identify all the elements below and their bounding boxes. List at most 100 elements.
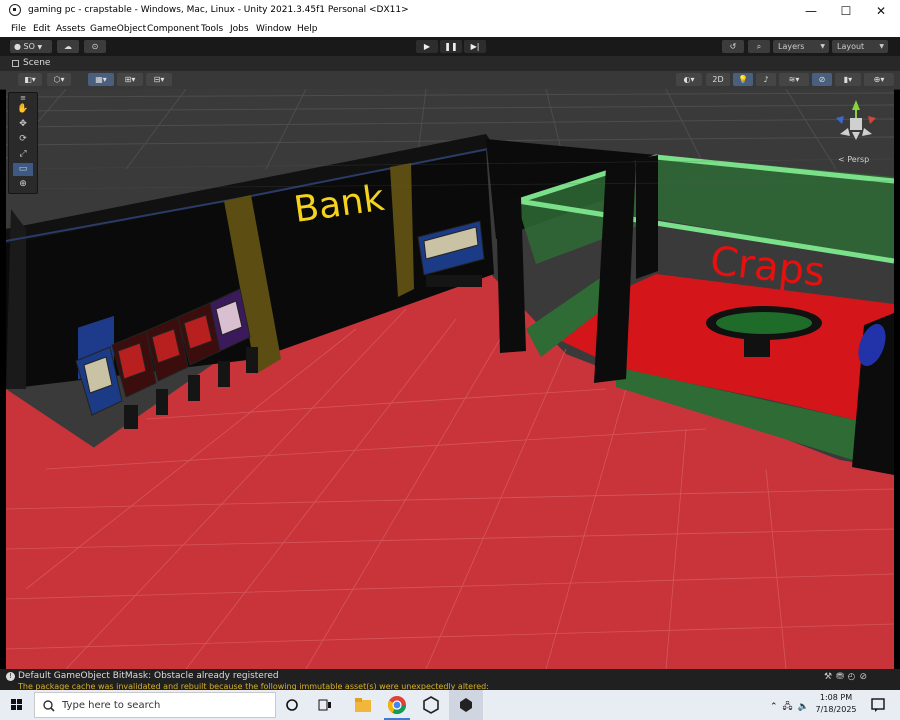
scale-tool[interactable]: ⤢ bbox=[13, 148, 33, 161]
orientation-gizmo[interactable] bbox=[830, 96, 886, 152]
cloud-icon: ☁ bbox=[64, 42, 72, 51]
account-icon: ● bbox=[14, 42, 21, 51]
layout-label: Layout bbox=[837, 42, 865, 51]
scene-tab-label: Scene bbox=[23, 58, 51, 68]
scene-render: Bank Craps bbox=[6, 89, 894, 669]
menu-window[interactable]: Window bbox=[256, 24, 292, 34]
close-button[interactable]: ✕ bbox=[864, 0, 898, 22]
search-placeholder: Type here to search bbox=[62, 700, 161, 711]
minimize-button[interactable]: — bbox=[794, 0, 828, 22]
debug-icon[interactable]: ⚒ bbox=[824, 672, 836, 682]
search-button[interactable]: ⌕ bbox=[748, 40, 770, 53]
rotate-tool[interactable]: ⟳ bbox=[13, 133, 33, 146]
scale-icon: ⤢ bbox=[19, 149, 27, 159]
cache-icon[interactable]: ⛃ bbox=[836, 672, 848, 682]
unity-editor-taskbar-item[interactable] bbox=[449, 690, 483, 720]
move-icon: ✥ bbox=[19, 119, 27, 129]
chevron-down-icon: ▼ bbox=[820, 43, 825, 50]
menu-tools[interactable]: Tools bbox=[201, 24, 223, 34]
layout-dropdown[interactable]: Layout ▼ bbox=[832, 40, 888, 53]
menu-help[interactable]: Help bbox=[297, 24, 318, 34]
auto-refresh-icon[interactable]: ⊘ bbox=[859, 672, 871, 682]
taskbar-clock[interactable]: 1:08 PM 7/18/2025 bbox=[808, 692, 864, 716]
notification-icon[interactable] bbox=[870, 697, 886, 713]
history-button[interactable]: ↺ bbox=[722, 40, 744, 53]
effects-dropdown[interactable]: ≋▾ bbox=[779, 73, 809, 86]
start-button[interactable] bbox=[0, 690, 34, 720]
scene-toolbar: ◧▾ ⬡▾ ▦▾ ⊞▾ ⊟▾ ◐▾ 2D 💡 ♪ ≋▾ ⊘ ▮▾ ⊕▾ bbox=[0, 71, 900, 90]
progress-icon[interactable]: ◴ bbox=[848, 672, 860, 682]
taskbar-search-box[interactable]: Type here to search bbox=[34, 692, 276, 718]
menu-jobs[interactable]: Jobs bbox=[230, 24, 249, 34]
chevron-up-icon[interactable]: ⌃ bbox=[770, 702, 783, 712]
gizmos-dropdown[interactable]: ⊕▾ bbox=[864, 73, 894, 86]
tool-palette: ≡ ✋ ✥ ⟳ ⤢ ▭ ⊕ bbox=[8, 92, 38, 194]
gizmos-icon: ⊕▾ bbox=[873, 75, 885, 84]
incremental-snap-button[interactable]: ⊟▾ bbox=[146, 73, 172, 86]
transform-tool[interactable]: ⊕ bbox=[13, 178, 33, 191]
audio-icon: ♪ bbox=[763, 75, 769, 84]
grid-snapping-button[interactable]: ▦▾ bbox=[88, 73, 114, 86]
history-icon: ↺ bbox=[729, 42, 737, 51]
step-icon: ▶| bbox=[470, 42, 480, 51]
play-button[interactable]: ▶ bbox=[416, 40, 438, 53]
draw-mode-dropdown[interactable]: ◧▾ bbox=[18, 73, 42, 86]
hand-icon: ✋ bbox=[17, 104, 29, 114]
cortana-icon[interactable] bbox=[280, 693, 304, 717]
rect-transform-icon: ▭ bbox=[18, 164, 28, 174]
2d-toggle[interactable]: 2D bbox=[706, 73, 730, 86]
file-explorer-icon[interactable] bbox=[351, 693, 375, 717]
pause-button[interactable]: ❚❚ bbox=[440, 40, 462, 53]
account-dropdown[interactable]: ● SO ▼ bbox=[10, 40, 52, 53]
drag-handle-icon[interactable]: ≡ bbox=[13, 95, 33, 102]
play-icon: ▶ bbox=[423, 42, 431, 51]
snap-icon: ⊞▾ bbox=[124, 75, 136, 84]
collab-button[interactable]: ⊙ bbox=[84, 40, 106, 53]
rect-tool[interactable]: ▭ bbox=[13, 163, 33, 176]
grid-icon: ▦▾ bbox=[95, 75, 107, 84]
network-icon[interactable]: 🖧 bbox=[783, 702, 798, 712]
camera-settings-dropdown[interactable]: ▮▾ bbox=[835, 73, 861, 86]
console-warning[interactable]: The package cache was invalidated and re… bbox=[18, 682, 489, 690]
menu-file[interactable]: File bbox=[11, 24, 26, 34]
transform-icon: ⊕ bbox=[19, 179, 27, 189]
window-title: gaming pc - crapstable - Windows, Mac, L… bbox=[28, 5, 409, 15]
menu-component[interactable]: Component bbox=[147, 24, 199, 34]
cloud-button[interactable]: ☁ bbox=[57, 40, 79, 53]
step-button[interactable]: ▶| bbox=[464, 40, 486, 53]
projection-label[interactable]: < Persp bbox=[838, 155, 869, 164]
gizmo-y-axis-icon bbox=[852, 100, 860, 110]
status-icons: ⚒⛃◴⊘ bbox=[824, 672, 871, 682]
info-icon: ! bbox=[6, 672, 15, 681]
move-tool[interactable]: ✥ bbox=[13, 118, 33, 131]
search-icon: ⌕ bbox=[756, 42, 762, 51]
audio-toggle[interactable]: ♪ bbox=[756, 73, 776, 86]
menu-assets[interactable]: Assets bbox=[56, 24, 85, 34]
task-view-icon[interactable] bbox=[313, 693, 337, 717]
unity-app-icon bbox=[9, 4, 21, 16]
menu-gameobject[interactable]: GameObject bbox=[90, 24, 146, 34]
render-mode-dropdown[interactable]: ◐▾ bbox=[676, 73, 702, 86]
console-message[interactable]: Default GameObject BitMask: Obstacle alr… bbox=[18, 671, 279, 681]
maximize-button[interactable]: ☐ bbox=[829, 0, 863, 22]
hidden-objects-toggle[interactable]: ⊘ bbox=[812, 73, 832, 86]
windows-logo-icon bbox=[11, 699, 22, 710]
lighting-toggle[interactable]: 💡 bbox=[733, 73, 753, 86]
settings-icon: ⊙ bbox=[91, 42, 99, 51]
layers-dropdown[interactable]: Layers ▼ bbox=[773, 40, 829, 53]
menu-edit[interactable]: Edit bbox=[33, 24, 50, 34]
hand-tool[interactable]: ✋ bbox=[13, 103, 33, 116]
unity-hub-icon[interactable] bbox=[419, 693, 443, 717]
chevron-down-icon: ▼ bbox=[37, 44, 43, 51]
snap-increment-button[interactable]: ⊞▾ bbox=[117, 73, 143, 86]
effects-icon: ≋▾ bbox=[788, 75, 800, 84]
chrome-icon[interactable] bbox=[385, 693, 409, 717]
pivot-dropdown[interactable]: ⬡▾ bbox=[47, 73, 71, 86]
scene-viewport[interactable]: Bank Craps bbox=[6, 89, 894, 669]
cube-icon: ⬡▾ bbox=[53, 75, 65, 84]
scene-tab[interactable]: Scene bbox=[0, 56, 900, 72]
camera-icon: ▮▾ bbox=[843, 75, 853, 84]
main-toolbar: ● SO ▼ ☁ ⊙ ▶ ❚❚ ▶| ↺ ⌕ Layers ▼ Layout ▼ bbox=[0, 37, 900, 56]
menu-bar: File Edit Assets GameObject Component To… bbox=[0, 22, 900, 38]
shaded-mode-icon: ◧▾ bbox=[24, 75, 36, 84]
